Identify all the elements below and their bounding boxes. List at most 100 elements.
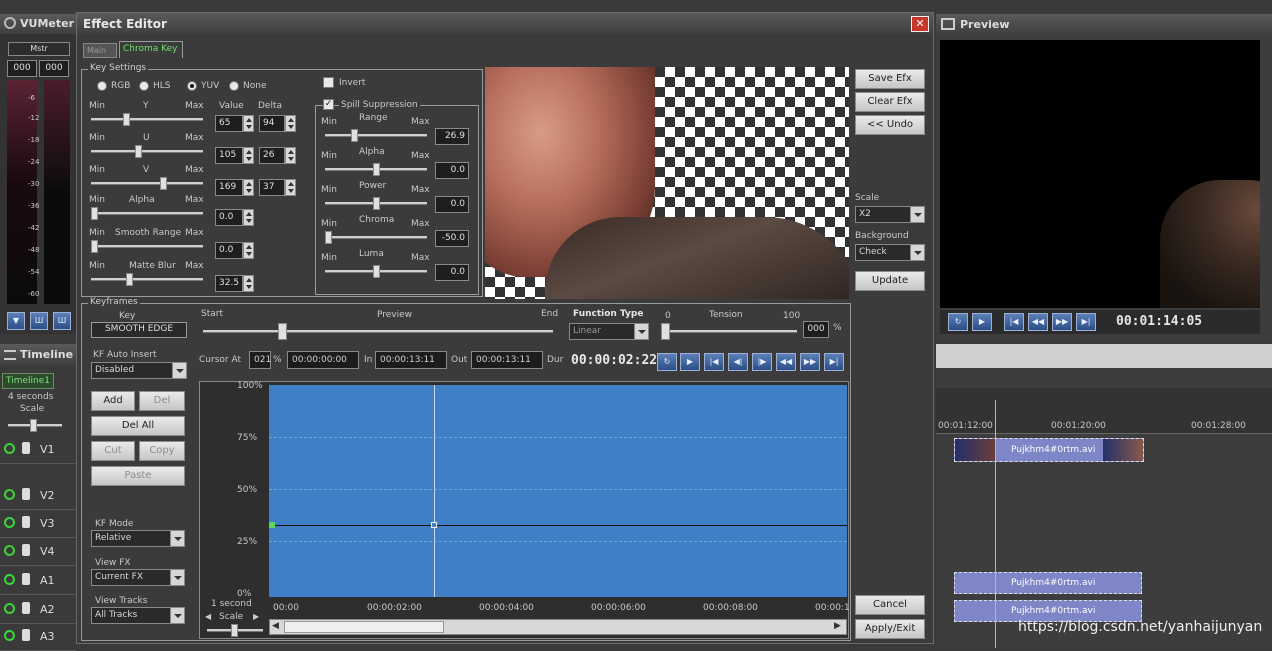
channel-delta-field[interactable]: 26 bbox=[259, 147, 285, 164]
save-efx-button[interactable]: Save Efx bbox=[855, 69, 925, 89]
mode-radio-none[interactable] bbox=[229, 81, 239, 91]
play-button[interactable]: ▶ bbox=[972, 313, 992, 331]
copy-button[interactable]: Copy bbox=[139, 441, 185, 461]
spill-power-field[interactable]: 0.0 bbox=[435, 196, 469, 213]
channel-delta-field[interactable]: 37 bbox=[259, 179, 285, 196]
alpha-value-field[interactable]: 0.0 bbox=[215, 209, 243, 226]
scale-select[interactable]: X2 bbox=[855, 206, 925, 223]
spill-chroma-slider[interactable] bbox=[325, 231, 427, 244]
spill-suppression-checkbox[interactable]: ✓ bbox=[323, 99, 334, 110]
spill-slider-thumb[interactable] bbox=[351, 129, 358, 142]
close-button[interactable]: ✕ bbox=[911, 16, 929, 32]
channel-value-field[interactable]: 169 bbox=[215, 179, 243, 196]
channel-slider-v[interactable] bbox=[91, 177, 203, 190]
channel-delta-spinner[interactable] bbox=[285, 147, 296, 164]
out-timecode-field[interactable]: 00:00:13:11 bbox=[471, 351, 543, 369]
kf-first-button[interactable]: |◀ bbox=[704, 353, 724, 371]
track-row-v4[interactable]: V4 bbox=[0, 540, 76, 566]
keyframe-start-marker[interactable] bbox=[269, 522, 275, 528]
power-icon[interactable] bbox=[4, 545, 15, 556]
track-row-v1[interactable]: V1 bbox=[0, 438, 76, 464]
mode-radio-rgb[interactable] bbox=[97, 81, 107, 91]
power-icon[interactable] bbox=[4, 443, 15, 454]
spill-slider-thumb[interactable] bbox=[373, 163, 380, 176]
background-select[interactable]: Check bbox=[855, 244, 925, 261]
lock-icon[interactable] bbox=[22, 629, 30, 641]
spill-luma-field[interactable]: 0.0 bbox=[435, 264, 469, 281]
spill-luma-slider[interactable] bbox=[325, 265, 427, 278]
kf-last-button[interactable]: ▶| bbox=[824, 353, 844, 371]
paste-button[interactable]: Paste bbox=[91, 466, 185, 486]
add-keyframe-button[interactable]: Add bbox=[91, 391, 135, 411]
track-row-v3[interactable]: V3 bbox=[0, 512, 76, 538]
tension-slider[interactable] bbox=[661, 323, 797, 340]
step-back-button[interactable]: ◀◀ bbox=[1028, 313, 1048, 331]
channel-slider-u[interactable] bbox=[91, 145, 203, 158]
kf-step-forward-button[interactable]: ▶▶ bbox=[800, 353, 820, 371]
alpha-spinner[interactable] bbox=[243, 209, 254, 226]
step-forward-button[interactable]: ▶▶ bbox=[1052, 313, 1072, 331]
cursor-timecode-field[interactable]: 00:00:00:00 bbox=[287, 351, 359, 369]
delete-keyframe-button[interactable]: Del bbox=[139, 391, 185, 411]
track-row-a1[interactable]: A1 bbox=[0, 569, 76, 595]
matte-blur-slider-thumb[interactable] bbox=[126, 273, 133, 286]
lock-icon[interactable] bbox=[22, 544, 30, 556]
smooth-range-slider[interactable] bbox=[91, 240, 203, 253]
spill-power-slider[interactable] bbox=[325, 197, 427, 210]
channel-delta-field[interactable]: 94 bbox=[259, 115, 285, 132]
matte-blur-slider[interactable] bbox=[91, 273, 203, 286]
power-icon[interactable] bbox=[4, 574, 15, 585]
spill-range-slider[interactable] bbox=[325, 129, 427, 142]
spill-slider-thumb[interactable] bbox=[373, 265, 380, 278]
scroll-left-icon[interactable]: ◀ bbox=[272, 621, 279, 631]
cut-button[interactable]: Cut bbox=[91, 441, 135, 461]
cursor-percent-field[interactable]: 021 bbox=[249, 351, 271, 369]
preview-slider-thumb[interactable] bbox=[278, 323, 287, 340]
spill-chroma-field[interactable]: -50.0 bbox=[435, 230, 469, 247]
alpha-slider[interactable] bbox=[91, 207, 203, 220]
spill-range-field[interactable]: 26.9 bbox=[435, 128, 469, 145]
lock-icon[interactable] bbox=[22, 516, 30, 528]
update-button[interactable]: Update bbox=[855, 271, 925, 291]
graph-scrollbar[interactable]: ◀ ▶ bbox=[269, 619, 847, 635]
function-type-select[interactable]: Linear bbox=[569, 323, 649, 340]
vu-button-1[interactable]: ▼ bbox=[7, 312, 25, 330]
kf-loop-button[interactable]: ↻ bbox=[657, 353, 677, 371]
tension-value-field[interactable]: 000 bbox=[803, 321, 829, 338]
channel-value-field[interactable]: 65 bbox=[215, 115, 243, 132]
power-icon[interactable] bbox=[4, 603, 15, 614]
track-row-a2[interactable]: A2 bbox=[0, 598, 76, 624]
in-timecode-field[interactable]: 00:00:13:11 bbox=[375, 351, 447, 369]
undo-button[interactable]: << Undo bbox=[855, 115, 925, 135]
power-icon[interactable] bbox=[4, 517, 15, 528]
kf-auto-insert-select[interactable]: Disabled bbox=[91, 362, 187, 379]
tab-main[interactable]: Main bbox=[83, 43, 117, 58]
power-icon[interactable] bbox=[4, 630, 15, 641]
smooth-range-spinner[interactable] bbox=[243, 242, 254, 259]
clip-a1[interactable]: Pujkhm4#0rtm.avi bbox=[954, 572, 1142, 594]
loop-button[interactable]: ↻ bbox=[948, 313, 968, 331]
tab-chroma-key[interactable]: Chroma Key bbox=[119, 41, 183, 58]
channel-value-spinner[interactable] bbox=[243, 115, 254, 132]
spill-slider-thumb[interactable] bbox=[373, 197, 380, 210]
clear-efx-button[interactable]: Clear Efx bbox=[855, 92, 925, 112]
delete-all-button[interactable]: Del All bbox=[91, 416, 185, 436]
channel-slider-y[interactable] bbox=[91, 113, 203, 126]
scrollbar-thumb[interactable] bbox=[284, 621, 444, 633]
apply-exit-button[interactable]: Apply/Exit bbox=[855, 619, 925, 639]
timeline-scale-slider[interactable] bbox=[8, 419, 62, 432]
smooth-range-slider-thumb[interactable] bbox=[91, 240, 98, 253]
spill-alpha-field[interactable]: 0.0 bbox=[435, 162, 469, 179]
keyframe-point[interactable] bbox=[431, 522, 437, 528]
graph-scale-left-icon[interactable]: ◀ bbox=[205, 612, 211, 621]
lock-icon[interactable] bbox=[22, 488, 30, 500]
mstr-button[interactable]: Mstr bbox=[8, 42, 70, 56]
power-icon[interactable] bbox=[4, 489, 15, 500]
channel-slider-thumb[interactable] bbox=[123, 113, 130, 126]
keyframe-graph[interactable] bbox=[269, 385, 847, 597]
track-row-v2[interactable]: V2 bbox=[0, 484, 76, 510]
alpha-slider-thumb[interactable] bbox=[91, 207, 98, 220]
timeline-tab[interactable]: Timeline1 bbox=[2, 373, 54, 389]
vu-button-3[interactable]: Ш bbox=[53, 312, 71, 330]
smooth-range-value-field[interactable]: 0.0 bbox=[215, 242, 243, 259]
